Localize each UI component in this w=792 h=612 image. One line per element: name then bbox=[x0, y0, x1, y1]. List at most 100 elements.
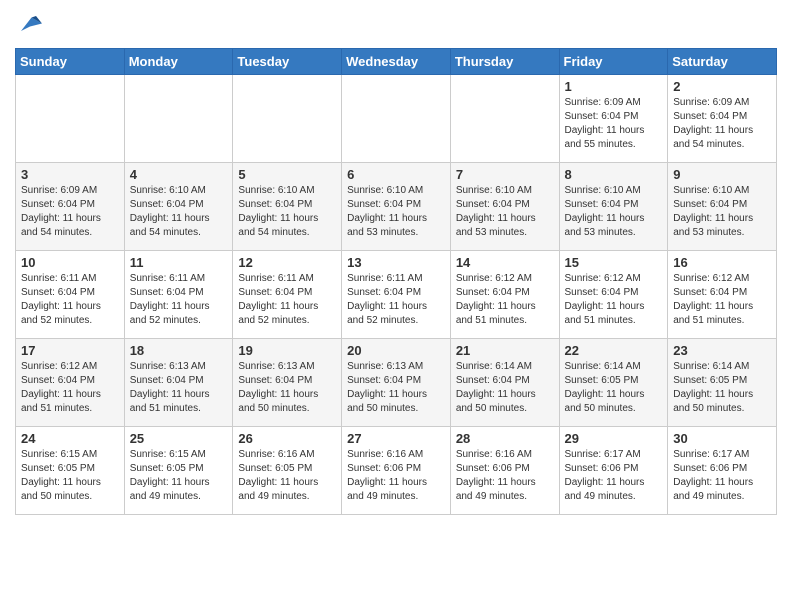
table-row: 22 Sunrise: 6:14 AM Sunset: 6:05 PM Dayli… bbox=[559, 339, 668, 427]
table-row: 9 Sunrise: 6:10 AM Sunset: 6:04 PM Daylig… bbox=[668, 163, 777, 251]
day-number: 27 bbox=[347, 431, 445, 446]
table-row bbox=[450, 75, 559, 163]
table-row bbox=[16, 75, 125, 163]
day-number: 8 bbox=[565, 167, 663, 182]
calendar-week-row: 10 Sunrise: 6:11 AM Sunset: 6:04 PM Dayli… bbox=[16, 251, 777, 339]
day-info: Sunrise: 6:12 AM Sunset: 6:04 PM Dayligh… bbox=[565, 272, 663, 328]
day-info: Sunrise: 6:10 AM Sunset: 6:04 PM Dayligh… bbox=[456, 184, 554, 240]
day-info: Sunrise: 6:14 AM Sunset: 6:05 PM Dayligh… bbox=[673, 360, 771, 416]
day-number: 20 bbox=[347, 343, 445, 358]
page: SundayMondayTuesdayWednesdayThursdayFrid… bbox=[0, 0, 792, 530]
day-number: 21 bbox=[456, 343, 554, 358]
weekday-header-monday: Monday bbox=[124, 49, 233, 75]
day-info: Sunrise: 6:12 AM Sunset: 6:04 PM Dayligh… bbox=[673, 272, 771, 328]
calendar-week-row: 3Sunrise: 6:09 AM Sunset: 6:04 PM Daylig… bbox=[16, 163, 777, 251]
day-number: 6 bbox=[347, 167, 445, 182]
day-number: 22 bbox=[565, 343, 663, 358]
day-number: 25 bbox=[130, 431, 228, 446]
day-number: 18 bbox=[130, 343, 228, 358]
table-row: 13Sunrise: 6:11 AM Sunset: 6:04 PM Dayli… bbox=[342, 251, 451, 339]
table-row: 19 Sunrise: 6:13 AM Sunset: 6:04 PM Dayli… bbox=[233, 339, 342, 427]
day-info: Sunrise: 6:15 AM Sunset: 6:05 PM Dayligh… bbox=[21, 448, 119, 504]
day-info: Sunrise: 6:11 AM Sunset: 6:04 PM Dayligh… bbox=[238, 272, 336, 328]
table-row: 21 Sunrise: 6:14 AM Sunset: 6:04 PM Dayli… bbox=[450, 339, 559, 427]
day-number: 4 bbox=[130, 167, 228, 182]
day-number: 26 bbox=[238, 431, 336, 446]
day-number: 16 bbox=[673, 255, 771, 270]
day-info: Sunrise: 6:17 AM Sunset: 6:06 PM Dayligh… bbox=[673, 448, 771, 504]
day-info: Sunrise: 6:12 AM Sunset: 6:04 PM Dayligh… bbox=[456, 272, 554, 328]
table-row: 7 Sunrise: 6:10 AM Sunset: 6:04 PM Daylig… bbox=[450, 163, 559, 251]
day-info: Sunrise: 6:09 AM Sunset: 6:04 PM Dayligh… bbox=[673, 96, 771, 152]
table-row bbox=[233, 75, 342, 163]
table-row: 1 Sunrise: 6:09 AM Sunset: 6:04 PM Daylig… bbox=[559, 75, 668, 163]
day-number: 10 bbox=[21, 255, 119, 270]
table-row: 10Sunrise: 6:11 AM Sunset: 6:04 PM Dayli… bbox=[16, 251, 125, 339]
day-number: 24 bbox=[21, 431, 119, 446]
table-row: 23 Sunrise: 6:14 AM Sunset: 6:05 PM Dayli… bbox=[668, 339, 777, 427]
day-number: 19 bbox=[238, 343, 336, 358]
table-row: 4 Sunrise: 6:10 AM Sunset: 6:04 PM Daylig… bbox=[124, 163, 233, 251]
day-number: 7 bbox=[456, 167, 554, 182]
day-info: Sunrise: 6:13 AM Sunset: 6:04 PM Dayligh… bbox=[130, 360, 228, 416]
day-number: 2 bbox=[673, 79, 771, 94]
table-row: 8 Sunrise: 6:10 AM Sunset: 6:04 PM Daylig… bbox=[559, 163, 668, 251]
day-number: 23 bbox=[673, 343, 771, 358]
table-row: 17 Sunrise: 6:12 AM Sunset: 6:04 PM Dayli… bbox=[16, 339, 125, 427]
table-row: 30 Sunrise: 6:17 AM Sunset: 6:06 PM Dayli… bbox=[668, 427, 777, 515]
table-row: 11 Sunrise: 6:11 AM Sunset: 6:04 PM Dayli… bbox=[124, 251, 233, 339]
day-info: Sunrise: 6:10 AM Sunset: 6:04 PM Dayligh… bbox=[565, 184, 663, 240]
day-info: Sunrise: 6:14 AM Sunset: 6:04 PM Dayligh… bbox=[456, 360, 554, 416]
weekday-header-wednesday: Wednesday bbox=[342, 49, 451, 75]
day-number: 12 bbox=[238, 255, 336, 270]
day-info: Sunrise: 6:09 AM Sunset: 6:04 PM Dayligh… bbox=[21, 184, 119, 240]
weekday-header-friday: Friday bbox=[559, 49, 668, 75]
table-row: 5 Sunrise: 6:10 AM Sunset: 6:04 PM Daylig… bbox=[233, 163, 342, 251]
day-number: 11 bbox=[130, 255, 228, 270]
day-info: Sunrise: 6:13 AM Sunset: 6:04 PM Dayligh… bbox=[238, 360, 336, 416]
calendar-week-row: 24 Sunrise: 6:15 AM Sunset: 6:05 PM Dayli… bbox=[16, 427, 777, 515]
day-info: Sunrise: 6:09 AM Sunset: 6:04 PM Dayligh… bbox=[565, 96, 663, 152]
day-number: 30 bbox=[673, 431, 771, 446]
day-info: Sunrise: 6:10 AM Sunset: 6:04 PM Dayligh… bbox=[130, 184, 228, 240]
day-info: Sunrise: 6:10 AM Sunset: 6:04 PM Dayligh… bbox=[238, 184, 336, 240]
day-info: Sunrise: 6:15 AM Sunset: 6:05 PM Dayligh… bbox=[130, 448, 228, 504]
table-row: 16 Sunrise: 6:12 AM Sunset: 6:04 PM Dayli… bbox=[668, 251, 777, 339]
day-info: Sunrise: 6:14 AM Sunset: 6:05 PM Dayligh… bbox=[565, 360, 663, 416]
table-row: 3Sunrise: 6:09 AM Sunset: 6:04 PM Daylig… bbox=[16, 163, 125, 251]
day-info: Sunrise: 6:10 AM Sunset: 6:04 PM Dayligh… bbox=[673, 184, 771, 240]
day-number: 5 bbox=[238, 167, 336, 182]
table-row: 26 Sunrise: 6:16 AM Sunset: 6:05 PM Dayli… bbox=[233, 427, 342, 515]
day-info: Sunrise: 6:17 AM Sunset: 6:06 PM Dayligh… bbox=[565, 448, 663, 504]
table-row: 18 Sunrise: 6:13 AM Sunset: 6:04 PM Dayli… bbox=[124, 339, 233, 427]
weekday-header-row: SundayMondayTuesdayWednesdayThursdayFrid… bbox=[16, 49, 777, 75]
day-info: Sunrise: 6:16 AM Sunset: 6:05 PM Dayligh… bbox=[238, 448, 336, 504]
calendar-week-row: 17 Sunrise: 6:12 AM Sunset: 6:04 PM Dayli… bbox=[16, 339, 777, 427]
logo bbox=[15, 10, 49, 40]
day-number: 29 bbox=[565, 431, 663, 446]
day-info: Sunrise: 6:16 AM Sunset: 6:06 PM Dayligh… bbox=[347, 448, 445, 504]
table-row: 28Sunrise: 6:16 AM Sunset: 6:06 PM Dayli… bbox=[450, 427, 559, 515]
table-row: 25 Sunrise: 6:15 AM Sunset: 6:05 PM Dayli… bbox=[124, 427, 233, 515]
day-info: Sunrise: 6:12 AM Sunset: 6:04 PM Dayligh… bbox=[21, 360, 119, 416]
table-row: 24 Sunrise: 6:15 AM Sunset: 6:05 PM Dayli… bbox=[16, 427, 125, 515]
day-number: 1 bbox=[565, 79, 663, 94]
table-row: 12 Sunrise: 6:11 AM Sunset: 6:04 PM Dayli… bbox=[233, 251, 342, 339]
day-number: 17 bbox=[21, 343, 119, 358]
table-row: 20Sunrise: 6:13 AM Sunset: 6:04 PM Dayli… bbox=[342, 339, 451, 427]
weekday-header-sunday: Sunday bbox=[16, 49, 125, 75]
day-number: 9 bbox=[673, 167, 771, 182]
weekday-header-tuesday: Tuesday bbox=[233, 49, 342, 75]
table-row bbox=[124, 75, 233, 163]
table-row: 29 Sunrise: 6:17 AM Sunset: 6:06 PM Dayli… bbox=[559, 427, 668, 515]
day-number: 13 bbox=[347, 255, 445, 270]
table-row: 27 Sunrise: 6:16 AM Sunset: 6:06 PM Dayli… bbox=[342, 427, 451, 515]
calendar: SundayMondayTuesdayWednesdayThursdayFrid… bbox=[15, 48, 777, 515]
header bbox=[15, 10, 777, 40]
day-info: Sunrise: 6:11 AM Sunset: 6:04 PM Dayligh… bbox=[130, 272, 228, 328]
day-number: 28 bbox=[456, 431, 554, 446]
table-row: 6 Sunrise: 6:10 AM Sunset: 6:04 PM Daylig… bbox=[342, 163, 451, 251]
day-info: Sunrise: 6:10 AM Sunset: 6:04 PM Dayligh… bbox=[347, 184, 445, 240]
weekday-header-thursday: Thursday bbox=[450, 49, 559, 75]
weekday-header-saturday: Saturday bbox=[668, 49, 777, 75]
